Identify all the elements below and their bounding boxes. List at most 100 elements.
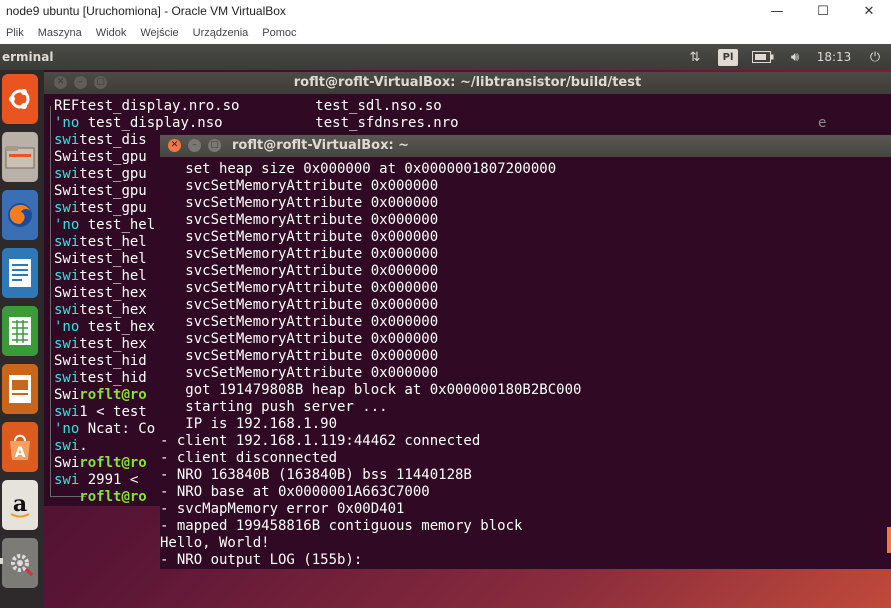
front-terminal-window[interactable]: ✕ – ▢ roflt@roflt-VirtualBox: ~ set heap… [160,135,891,569]
front-terminal-close-icon[interactable]: ✕ [168,139,181,152]
system-settings-icon[interactable] [2,538,38,588]
front-terminal-line: svcSetMemoryAttribute 0x000000 [160,331,439,347]
line-prefix: swi [54,438,80,454]
back-terminal-title: roflt@roflt-VirtualBox: ~/libtransistor/… [293,75,642,90]
back-terminal-fragment: e [818,115,827,131]
line-prefix: swi [54,302,80,318]
line-text: roflt@ro [79,455,147,471]
front-terminal-line: svcSetMemoryAttribute 0x000000 [160,195,439,211]
line-text: 2991 < [79,472,147,488]
line-prefix: Swi [54,387,80,403]
clock-button[interactable]: 18:13 [812,44,856,70]
line-text: test_hel [79,251,147,267]
ubuntu-dash-icon[interactable] [2,74,38,124]
line-prefix: 'no [54,217,80,233]
keyboard-indicator-button[interactable]: Pl [716,44,740,70]
line-prefix: 'no [54,115,80,131]
close-button[interactable]: ✕ [846,0,891,22]
menu-urzadzenia[interactable]: Urządzenia [187,27,257,39]
svg-text:A: A [15,445,26,461]
network-updown-icon[interactable]: ⇅ [684,44,706,70]
front-terminal-titlebar[interactable]: ✕ – ▢ roflt@roflt-VirtualBox: ~ [160,135,891,157]
front-terminal-output: set heap size 0x000000 at 0x000000180720… [160,161,581,569]
front-terminal-minimize-icon[interactable]: – [188,139,201,152]
line-text: test_hel [79,234,147,250]
keyboard-layout-indicator: Pl [718,48,738,66]
front-terminal-line: svcSetMemoryAttribute 0x000000 [160,280,439,296]
menu-plik[interactable]: Plik [0,27,32,39]
line-text: test_hex [79,336,147,352]
libreoffice-calc-icon[interactable] [2,306,38,356]
libreoffice-impress-icon[interactable] [2,364,38,414]
front-terminal-maximize-icon[interactable]: ▢ [208,139,221,152]
files-icon[interactable] [2,132,38,182]
unity-launcher: A a [0,70,44,608]
volume-icon[interactable]: 🔊︎ [784,44,806,70]
front-terminal-line: - svcMapMemory error 0x00D401 [160,501,405,517]
line-text: . [79,438,88,454]
front-terminal-line: - NRO base at 0x0000001A663C7000 [160,484,430,500]
line-text: test_display.nro.so test_sdl.nso.so [79,98,442,114]
line-text: roflt@ro [79,387,147,403]
front-terminal-line: svcSetMemoryAttribute 0x000000 [160,365,439,381]
front-terminal-line: - client 192.168.1.119:44462 connected [160,433,481,449]
front-terminal-line: starting push server ... [160,399,388,415]
line-prefix: swi [54,336,80,352]
front-terminal-line: svcSetMemoryAttribute 0x000000 [160,263,439,279]
line-prefix: Swi [54,149,80,165]
menu-maszyna[interactable]: Maszyna [32,27,90,39]
front-terminal-line: - client disconnected [160,450,338,466]
line-text: test_hel [79,217,156,233]
panel-app-title: erminal [2,50,54,64]
line-text: test_gpu [79,166,147,182]
menu-wejscie[interactable]: Wejście [134,27,186,39]
amazon-icon[interactable]: a [2,480,38,530]
front-terminal-line: IP is 192.168.1.90 [160,416,338,432]
front-terminal-line: svcSetMemoryAttribute 0x000000 [160,246,439,262]
line-prefix: swi [54,166,80,182]
power-icon[interactable]: ⏻ [864,44,886,70]
software-center-icon[interactable]: A [2,422,38,472]
line-prefix: swi [54,268,80,284]
line-prefix: 'no [54,421,80,437]
front-terminal-line: set heap size 0x000000 at 0x000000180720… [160,161,557,177]
maximize-button[interactable]: ☐ [800,0,846,22]
front-terminal-line: - NRO output LOG (155b): [160,552,363,568]
front-terminal-line: svcSetMemoryAttribute 0x000000 [160,212,439,228]
libreoffice-writer-icon[interactable] [2,248,38,298]
back-terminal-frame [50,106,51,496]
line-prefix: Swi [54,455,80,471]
vbox-menubar: Plik Maszyna Widok Wejście Urządzenia Po… [0,22,891,44]
line-prefix: Swi [54,285,80,301]
front-terminal-line: svcSetMemoryAttribute 0x000000 [160,178,439,194]
line-text: test_hid [79,353,147,369]
front-terminal-line: svcSetMemoryAttribute 0x000000 [160,348,439,364]
line-prefix: Swi [54,183,80,199]
battery-icon[interactable] [750,44,776,70]
firefox-icon[interactable] [2,190,38,240]
line-text: test_gpu [79,149,147,165]
line-text: test_display.nso test_sfdnsres.nro [79,115,459,131]
menu-widok[interactable]: Widok [90,27,135,39]
line-prefix: Swi [54,353,80,369]
front-terminal-line: Hello, World! [160,535,270,551]
line-prefix: swi [54,370,80,386]
minimize-button[interactable]: — [754,0,800,22]
line-text: test_dis [79,132,147,148]
front-terminal-line: - NRO 163840B (163840B) bss 11440128B [160,467,472,483]
back-terminal-titlebar[interactable]: ✕ – ▢ roflt@roflt-VirtualBox: ~/libtrans… [44,72,891,94]
line-text: test_hid [79,370,147,386]
line-text: test_hex [79,285,147,301]
front-terminal-scrollbar[interactable] [887,527,891,553]
vbox-window-title: node9 ubuntu [Uruchomiona] - Oracle VM V… [6,4,286,18]
menu-pomoc[interactable]: Pomoc [256,27,304,39]
line-text: Ncat: Co [79,421,156,437]
front-terminal-line: svcSetMemoryAttribute 0x000000 [160,229,439,245]
back-terminal-line: REFtest_display.nro.so test_sdl.nso.so [54,98,459,115]
clock: 18:13 [816,50,852,64]
line-prefix: swi [54,200,80,216]
line-text: test_hel [79,268,147,284]
svg-text:a: a [13,491,27,517]
front-terminal-line: got 191479808B heap block at 0x000000180… [160,382,582,398]
line-text: test_gpu [79,200,147,216]
